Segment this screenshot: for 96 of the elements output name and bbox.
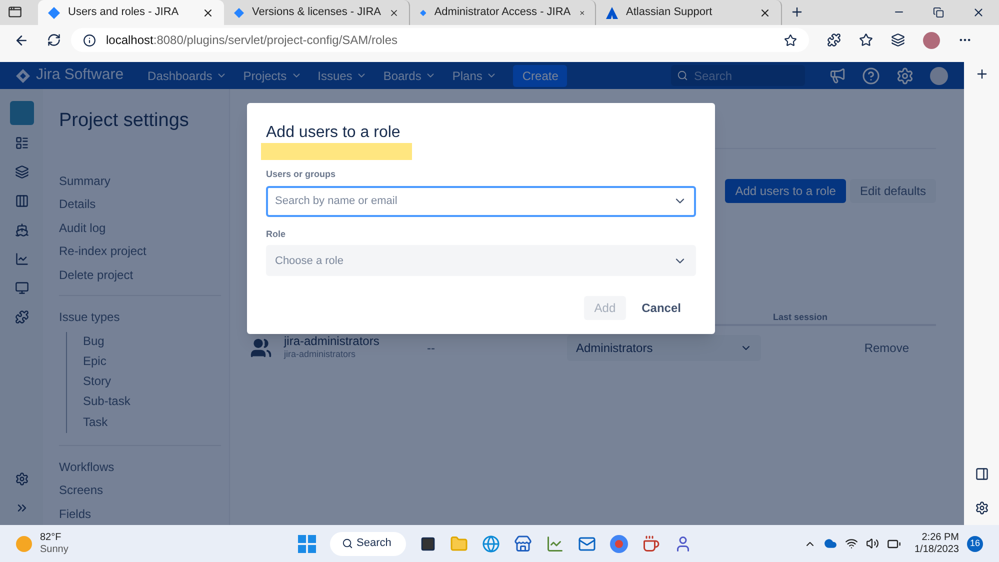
puzzle-icon[interactable] xyxy=(14,310,28,324)
select-field[interactable]: Search by name or email xyxy=(266,186,696,216)
task-view-icon[interactable] xyxy=(420,536,436,552)
address-field[interactable]: localhost:8080/plugins/servlet/project-config/SAM/roles xyxy=(71,28,809,52)
collections-icon[interactable] xyxy=(891,33,905,47)
nav-menu[interactable]: Issues xyxy=(318,66,368,84)
sidebar-subitem[interactable]: Story xyxy=(83,372,221,392)
triangle-logo-icon xyxy=(606,6,618,18)
store-icon[interactable] xyxy=(514,534,532,552)
search-icon xyxy=(342,538,352,549)
sidebar-item[interactable]: Summary xyxy=(59,172,221,195)
role-dropdown[interactable]: Administrators xyxy=(567,335,761,361)
megaphone-icon[interactable] xyxy=(829,67,846,84)
sidebar-item[interactable]: Workflows xyxy=(59,458,221,482)
select-input[interactable]: Choose a role xyxy=(275,247,673,274)
tab-title: Users and roles - JIRA xyxy=(68,5,180,20)
page-title: Project settings xyxy=(59,109,190,133)
sidebar-item[interactable]: Fields xyxy=(59,504,221,525)
sidebar-item[interactable]: Screens xyxy=(59,481,221,505)
chart-icon[interactable] xyxy=(14,252,28,266)
sidebar-subitem[interactable]: Sub-task xyxy=(83,392,221,413)
extensions-icon[interactable] xyxy=(827,33,841,47)
sidebar-item[interactable]: Audit log xyxy=(59,218,221,242)
windows-logo-icon[interactable] xyxy=(298,534,316,552)
notification-badge[interactable]: 16 xyxy=(967,536,983,552)
diamond-icon xyxy=(48,6,60,18)
sidebar-subitem[interactable]: Bug xyxy=(83,332,221,352)
sidebar-item[interactable]: Delete project xyxy=(59,266,221,289)
field-label: Users or groups xyxy=(266,168,337,181)
clock-date: 1/18/2023 xyxy=(914,544,959,556)
settings-icon[interactable] xyxy=(974,501,988,515)
action-button[interactable]: Add users to a role xyxy=(725,179,846,203)
new-tab-icon[interactable] xyxy=(790,5,804,19)
add-icon[interactable] xyxy=(974,67,988,81)
volume-icon[interactable] xyxy=(866,537,878,550)
action-button[interactable]: Edit defaults xyxy=(850,179,936,203)
columns-icon[interactable] xyxy=(14,194,28,208)
panel-icon[interactable] xyxy=(974,467,988,481)
search-icon xyxy=(677,70,688,81)
dialog-button[interactable]: Cancel xyxy=(632,296,691,320)
sidebar-subitem[interactable]: Task xyxy=(83,412,221,433)
sun-icon xyxy=(16,536,32,552)
remove-link[interactable]: Remove xyxy=(864,339,909,357)
help-icon[interactable] xyxy=(862,66,880,84)
mail-icon[interactable] xyxy=(578,534,596,552)
clock-time: 2:26 PM xyxy=(922,532,959,544)
select-input[interactable]: Search by name or email xyxy=(275,188,673,214)
weather-text: Sunny xyxy=(40,544,68,556)
dialog-title: Add users to a role xyxy=(266,123,400,143)
search-box[interactable]: Search xyxy=(671,65,805,86)
cloud-icon[interactable] xyxy=(824,537,836,550)
group-id: jira-administrators xyxy=(284,348,357,362)
search-field[interactable]: Search xyxy=(694,66,794,84)
monitor-icon[interactable] xyxy=(14,281,28,295)
back-icon[interactable] xyxy=(14,32,29,48)
url-text: localhost:8080/plugins/servlet/project-config/SAM/roles xyxy=(106,32,398,49)
nav-menu[interactable]: Projects xyxy=(243,66,302,84)
nav-menu[interactable]: Dashboards xyxy=(148,66,228,84)
app-icon[interactable] xyxy=(546,534,564,552)
role-value: Administrators xyxy=(576,340,653,357)
table-cell-text: -- xyxy=(427,340,436,357)
close-icon[interactable] xyxy=(202,6,214,18)
jira-logo-icon xyxy=(16,68,30,82)
cup-icon[interactable] xyxy=(642,534,660,552)
field-label: Role xyxy=(266,228,287,240)
product-logo[interactable]: Jira Software xyxy=(36,64,124,87)
profile-avatar[interactable] xyxy=(923,32,940,48)
create-button[interactable]: Create xyxy=(513,64,568,86)
column-header: Last session xyxy=(773,311,828,324)
restore-icon[interactable] xyxy=(933,7,944,18)
group-name: jira-administrators xyxy=(284,334,380,348)
nav-menu[interactable]: Boards xyxy=(383,66,436,84)
favorite-icon[interactable] xyxy=(784,34,797,46)
ship-icon[interactable] xyxy=(14,223,28,237)
backlog-icon[interactable] xyxy=(14,165,28,179)
weather-temp: 82°F xyxy=(40,532,62,544)
tab-title: Atlassian Support xyxy=(626,5,714,20)
user-avatar[interactable] xyxy=(930,66,948,84)
tab-title: Versions & licenses - JIRA xyxy=(252,5,381,20)
sidebar-item[interactable]: Details xyxy=(59,195,221,218)
refresh-icon[interactable] xyxy=(47,33,61,47)
group-icon xyxy=(250,337,272,359)
close-icon[interactable] xyxy=(759,6,771,18)
tab-actions-icon[interactable] xyxy=(8,5,22,19)
sidebar-subitem[interactable]: Epic xyxy=(83,352,221,372)
sidebar-item[interactable]: Re-index project xyxy=(59,242,221,266)
taskbar-search[interactable]: Search xyxy=(330,532,406,556)
sidebar-item[interactable]: Issue types xyxy=(59,308,221,332)
browser-tab[interactable]: Users and roles - JIRA xyxy=(38,0,224,25)
info-icon xyxy=(83,34,96,46)
favorites-icon[interactable] xyxy=(859,33,873,47)
close-window-icon[interactable] xyxy=(972,6,985,19)
board-icon[interactable] xyxy=(14,136,28,150)
diamond-icon xyxy=(234,6,244,18)
nav-menu[interactable]: Plans xyxy=(452,66,498,84)
tab-title: Administrator Access - JIRA xyxy=(434,5,571,20)
